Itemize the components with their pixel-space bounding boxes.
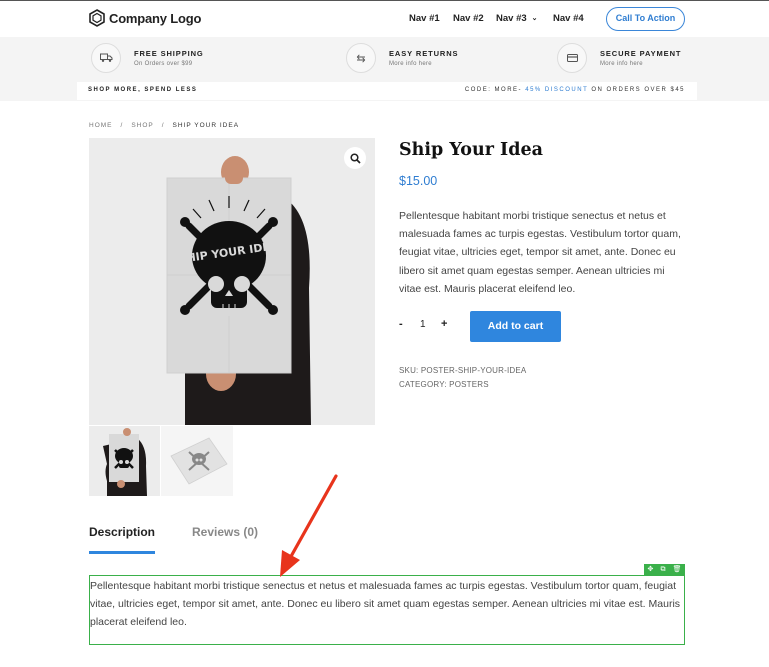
feature-title: FREE SHIPPING: [134, 49, 204, 58]
feature-title: SECURE PAYMENT: [600, 49, 682, 58]
zoom-icon[interactable]: [344, 147, 366, 169]
nav-item-3[interactable]: Nav #3 ⌄: [496, 13, 538, 24]
breadcrumb-shop[interactable]: SHOP: [131, 122, 153, 129]
nav-item-3-label: Nav #3: [496, 13, 527, 24]
credit-card-icon: [557, 43, 587, 73]
delete-icon[interactable]: 🗑: [673, 564, 682, 575]
feature-free-shipping: FREE SHIPPING On Orders over $99: [91, 43, 204, 73]
duplicate-icon[interactable]: ⧉: [660, 564, 665, 575]
element-toolbar: ✥ ⧉ 🗑: [644, 564, 685, 575]
promo-code: CODE: MORE-: [464, 87, 523, 93]
tab-description[interactable]: Description: [89, 525, 155, 539]
promo-condition: ON ORDERS OVER $45: [591, 87, 685, 93]
call-to-action-button[interactable]: Call To Action: [606, 7, 685, 31]
quantity-decrease-button[interactable]: -: [399, 318, 403, 330]
long-description-text[interactable]: Pellentesque habitant morbi tristique se…: [90, 577, 684, 631]
thumbnail-1[interactable]: [89, 426, 160, 496]
features-bar: FREE SHIPPING On Orders over $99 ⇆ EASY …: [0, 37, 769, 101]
promo-strip: SHOP MORE, SPEND LESS CODE: MORE- 45% DI…: [77, 82, 697, 100]
site-header: Company Logo Nav #1 Nav #2 Nav #3 ⌄ Nav #…: [0, 0, 769, 37]
swap-arrows-icon: ⇆: [346, 43, 376, 73]
active-tab-indicator: [89, 551, 155, 554]
product-sku: SKU: POSTER-SHIP-YOUR-IDEA: [399, 366, 527, 375]
tab-reviews[interactable]: Reviews (0): [192, 525, 258, 539]
feature-easy-returns: ⇆ EASY RETURNS More info here: [346, 43, 458, 73]
feature-subtitle: On Orders over $99: [134, 61, 193, 67]
product-main-image[interactable]: SHIP YOUR IDEA: [89, 138, 375, 425]
move-icon[interactable]: ✥: [648, 564, 654, 575]
product-short-description: Pellentesque habitant morbi tristique se…: [399, 210, 681, 295]
add-to-cart-button[interactable]: Add to cart: [470, 311, 561, 342]
feature-subtitle: More info here: [600, 61, 643, 67]
promo-right-text: CODE: MORE- 45% DISCOUNT ON ORDERS OVER …: [465, 87, 685, 93]
breadcrumb: HOME / SHOP / SHIP YOUR IDEA: [89, 122, 240, 129]
thumbnail-2[interactable]: [161, 426, 233, 496]
product-title: Ship Your Idea: [399, 140, 543, 160]
hexagon-logo-icon: [89, 9, 105, 27]
feature-subtitle: More info here: [389, 61, 432, 67]
quantity-increase-button[interactable]: +: [441, 318, 447, 330]
product-price: $15.00: [399, 174, 438, 188]
thumbnail-2-image: [161, 426, 233, 496]
product-category[interactable]: CATEGORY: POSTERS: [399, 380, 489, 389]
chevron-down-icon: ⌄: [531, 15, 538, 22]
poster-photo: SHIP YOUR IDEA: [89, 138, 375, 425]
nav-item-4[interactable]: Nav #4: [553, 13, 584, 24]
truck-icon: [91, 43, 121, 73]
promo-left-text: SHOP MORE, SPEND LESS: [88, 87, 198, 93]
quantity-input[interactable]: 1: [420, 319, 426, 330]
promo-discount: 45% DISCOUNT: [525, 87, 589, 93]
company-logo[interactable]: Company Logo: [89, 9, 201, 27]
breadcrumb-current: SHIP YOUR IDEA: [172, 122, 240, 129]
feature-secure-payment: SECURE PAYMENT More info here: [557, 43, 681, 73]
breadcrumb-home[interactable]: HOME: [89, 122, 113, 129]
feature-title: EASY RETURNS: [389, 49, 459, 58]
nav-item-2[interactable]: Nav #2: [453, 13, 484, 24]
thumbnail-1-image: [89, 426, 160, 496]
nav-item-1[interactable]: Nav #1: [409, 13, 440, 24]
logo-text: Company Logo: [109, 10, 202, 26]
